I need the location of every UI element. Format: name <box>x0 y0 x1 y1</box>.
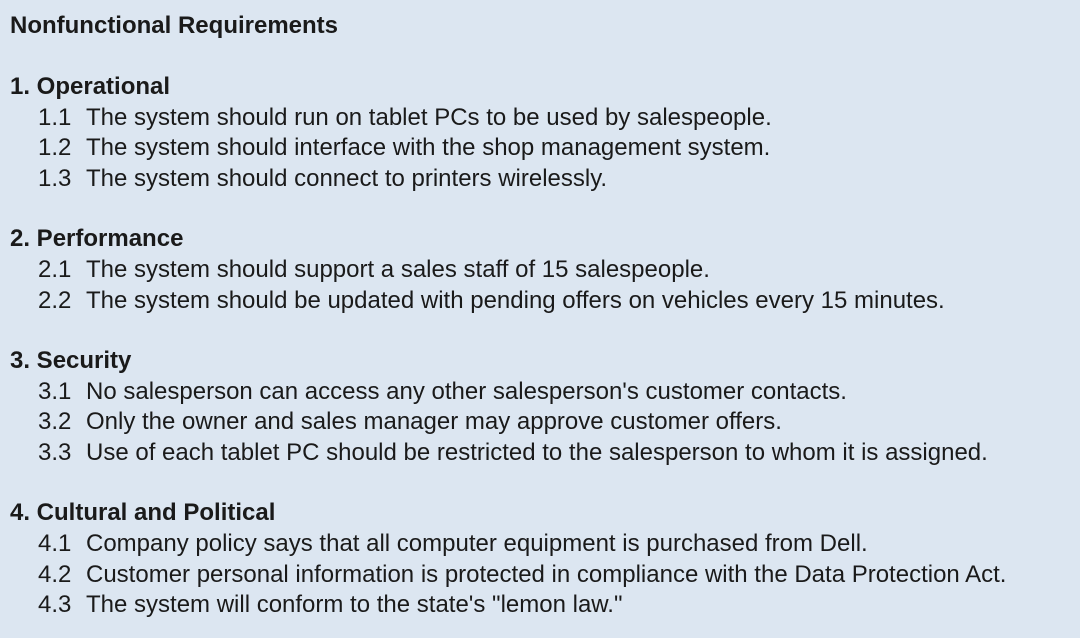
requirement-item: 1.3 The system should connect to printer… <box>10 164 1080 194</box>
requirement-text: The system should connect to printers wi… <box>86 164 608 192</box>
requirement-number: 2.2 <box>38 286 72 314</box>
requirement-text: The system will conform to the state's "… <box>86 591 623 619</box>
requirement-item: 4.2 Customer personal information is pro… <box>10 560 1080 590</box>
section-cultural-political: 4. Cultural and Political 4.1 Company po… <box>10 499 1080 620</box>
requirement-item: 2.1 The system should support a sales st… <box>10 255 1080 285</box>
requirement-text: No salesperson can access any other sale… <box>86 378 847 406</box>
requirement-number: 2.1 <box>38 256 72 284</box>
requirement-item: 4.3 The system will conform to the state… <box>10 590 1080 620</box>
requirement-text: The system should interface with the sho… <box>86 134 771 162</box>
section-performance: 2. Performance 2.1 The system should sup… <box>10 225 1080 316</box>
requirement-text: Customer personal information is protect… <box>86 560 1007 588</box>
requirement-number: 3.2 <box>38 408 72 436</box>
section-operational: 1. Operational 1.1 The system should run… <box>10 73 1080 194</box>
requirement-number: 1.3 <box>38 164 72 192</box>
requirement-number: 3.3 <box>38 438 72 466</box>
section-heading: 1. Operational <box>10 73 171 100</box>
section-heading: 3. Security <box>10 347 132 375</box>
requirement-number: 4.2 <box>38 560 72 588</box>
requirement-number: 4.3 <box>38 591 72 619</box>
requirement-number: 3.1 <box>38 378 72 406</box>
requirement-text: The system should run on tablet PCs to b… <box>86 104 772 131</box>
requirement-number: 1.2 <box>38 134 72 162</box>
requirement-text: Company policy says that all computer eq… <box>86 530 868 558</box>
requirement-item: 4.1 Company policy says that all compute… <box>10 529 1080 559</box>
requirement-item: 2.2 The system should be updated with pe… <box>10 286 1080 316</box>
requirement-item: 3.1 No salesperson can access any other … <box>10 377 1080 407</box>
requirement-text: Only the owner and sales manager may app… <box>86 408 782 436</box>
requirements-document: Nonfunctional Requirements 1. Operationa… <box>0 0 1080 638</box>
document-title: Nonfunctional Requirements <box>10 12 339 39</box>
section-heading: 2. Performance <box>10 225 184 253</box>
section-security: 3. Security 3.1 No salesperson can acces… <box>10 347 1080 468</box>
requirement-item: 3.3 Use of each tablet PC should be rest… <box>10 438 1080 468</box>
requirement-item: 1.2 The system should interface with the… <box>10 133 1080 163</box>
requirement-text: The system should support a sales staff … <box>86 256 710 284</box>
requirement-number: 1.1 <box>38 104 72 131</box>
requirement-text: Use of each tablet PC should be restrict… <box>86 438 988 466</box>
requirement-item: 3.2 Only the owner and sales manager may… <box>10 407 1080 437</box>
requirement-item: 1.1 The system should run on tablet PCs … <box>10 103 1080 133</box>
requirement-number: 4.1 <box>38 530 72 558</box>
requirement-text: The system should be updated with pendin… <box>86 286 945 314</box>
section-heading: 4. Cultural and Political <box>10 499 276 527</box>
